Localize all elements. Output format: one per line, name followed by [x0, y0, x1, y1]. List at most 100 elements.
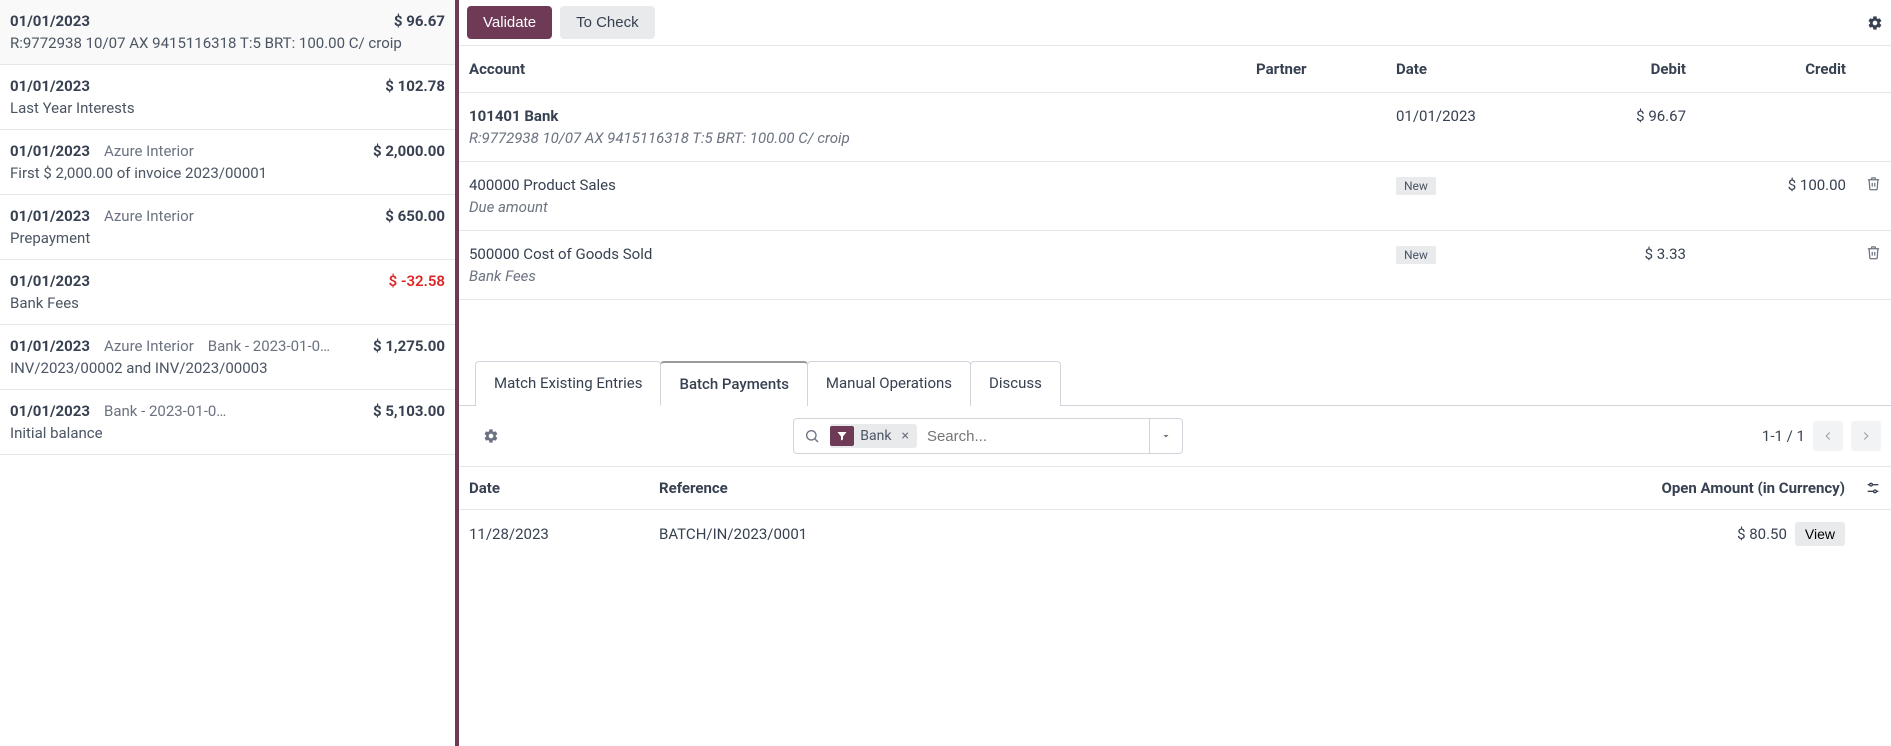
- column-settings-button[interactable]: [1855, 467, 1891, 510]
- pager-prev-button[interactable]: [1813, 421, 1843, 451]
- tx-date: 01/01/2023: [10, 77, 90, 95]
- status-badge: New: [1396, 246, 1436, 264]
- transaction-item[interactable]: 01/01/2023 Azure Interior Bank - 2023-01-0…: [0, 325, 455, 390]
- tx-date: 01/01/2023: [10, 142, 90, 160]
- batch-row[interactable]: 11/28/2023BATCH/IN/2023/0001 $ 80.50 View: [459, 510, 1891, 559]
- line-debit: [1536, 162, 1696, 231]
- transactions-list: 01/01/2023 $ 96.67 R:9772938 10/07 AX 9415…: [0, 0, 459, 746]
- col-batch-reference: Reference: [649, 467, 1195, 510]
- tx-ref: Bank - 2023-01-0…: [208, 337, 330, 355]
- line-date: 01/01/2023: [1386, 93, 1536, 162]
- tx-date: 01/01/2023: [10, 272, 90, 290]
- pager-text: 1-1 / 1: [1762, 427, 1805, 445]
- tx-desc: INV/2023/00002 and INV/2023/00003: [10, 359, 445, 377]
- validate-button[interactable]: Validate: [467, 6, 552, 39]
- tabs-section: Match Existing EntriesBatch PaymentsManu…: [459, 360, 1891, 558]
- tx-date: 01/01/2023: [10, 337, 90, 355]
- line-credit: $ 100.00: [1696, 162, 1856, 231]
- col-date: Date: [1386, 46, 1536, 93]
- col-account: Account: [459, 46, 1246, 93]
- tx-amount: $ 96.67: [394, 12, 445, 30]
- tx-desc: R:9772938 10/07 AX 9415116318 T:5 BRT: 1…: [10, 34, 445, 52]
- line-date: New: [1386, 162, 1536, 231]
- filter-chip-label: Bank: [860, 428, 895, 444]
- gear-icon[interactable]: [483, 428, 499, 444]
- tx-partner: Azure Interior: [104, 207, 194, 225]
- tx-desc: Last Year Interests: [10, 99, 445, 117]
- tx-ref: Bank - 2023-01-0…: [104, 402, 226, 420]
- tx-desc: First $ 2,000.00 of invoice 2023/00001: [10, 164, 445, 182]
- transaction-item[interactable]: 01/01/2023 $ 96.67 R:9772938 10/07 AX 9415…: [0, 0, 455, 65]
- search-icon: [794, 428, 830, 444]
- line-desc: Bank Fees: [469, 267, 1236, 285]
- search-row: Bank × 1-1 / 1: [459, 406, 1891, 466]
- tx-amount: $ 2,000.00: [373, 142, 445, 160]
- line-debit: $ 96.67: [1536, 93, 1696, 162]
- line-partner: [1246, 93, 1386, 162]
- tx-partner: Azure Interior: [104, 337, 194, 355]
- tab-batch-payments[interactable]: Batch Payments: [660, 361, 807, 406]
- line-account: 400000 Product Sales: [469, 176, 1236, 194]
- pager: 1-1 / 1: [1762, 421, 1881, 451]
- line-desc: R:9772938 10/07 AX 9415116318 T:5 BRT: 1…: [469, 129, 1236, 147]
- journal-line-row[interactable]: 101401 Bank R:9772938 10/07 AX 9415116318…: [459, 93, 1891, 162]
- tx-desc: Initial balance: [10, 424, 445, 442]
- transaction-item[interactable]: 01/01/2023 $ -32.58 Bank Fees: [0, 260, 455, 325]
- col-partner: Partner: [1246, 46, 1386, 93]
- chevron-down-icon[interactable]: [1149, 419, 1182, 453]
- line-date: New: [1386, 231, 1536, 300]
- tx-amount: $ -32.58: [389, 272, 445, 290]
- line-credit: [1696, 93, 1856, 162]
- filter-chip-bank: Bank ×: [830, 424, 917, 448]
- line-desc: Due amount: [469, 198, 1236, 216]
- status-badge: New: [1396, 177, 1436, 195]
- reconciliation-panel: Validate To Check Account Partner Date D…: [459, 0, 1891, 746]
- line-debit: $ 3.33: [1536, 231, 1696, 300]
- pager-next-button[interactable]: [1851, 421, 1881, 451]
- transaction-item[interactable]: 01/01/2023 Bank - 2023-01-0… $ 5,103.00 Ini…: [0, 390, 455, 455]
- tx-date: 01/01/2023: [10, 402, 90, 420]
- batch-date: 11/28/2023: [459, 510, 649, 559]
- batch-amount: $ 80.50: [1737, 525, 1787, 543]
- col-credit: Credit: [1696, 46, 1856, 93]
- tab-manual-operations[interactable]: Manual Operations: [807, 361, 971, 406]
- batch-reference: BATCH/IN/2023/0001: [649, 510, 1195, 559]
- tab-discuss[interactable]: Discuss: [970, 361, 1061, 406]
- to-check-button[interactable]: To Check: [560, 6, 655, 39]
- col-batch-date: Date: [459, 467, 649, 510]
- tx-amount: $ 1,275.00: [373, 337, 445, 355]
- tx-desc: Prepayment: [10, 229, 445, 247]
- journal-line-row[interactable]: 500000 Cost of Goods Sold Bank Fees New $ 3…: [459, 231, 1891, 300]
- col-debit: Debit: [1536, 46, 1696, 93]
- close-icon[interactable]: ×: [895, 428, 914, 444]
- trash-icon[interactable]: [1866, 245, 1881, 260]
- line-partner: [1246, 162, 1386, 231]
- tx-amount: $ 5,103.00: [373, 402, 445, 420]
- col-batch-open-amount: Open Amount (in Currency): [1195, 467, 1855, 510]
- tx-amount: $ 102.78: [385, 77, 445, 95]
- tx-amount: $ 650.00: [385, 207, 445, 225]
- journal-lines-table: Account Partner Date Debit Credit 101401…: [459, 46, 1891, 300]
- search-input[interactable]: [923, 424, 1149, 449]
- tab-match-existing-entries[interactable]: Match Existing Entries: [475, 361, 661, 406]
- tabs: Match Existing EntriesBatch PaymentsManu…: [459, 360, 1891, 406]
- line-account: 500000 Cost of Goods Sold: [469, 245, 1236, 263]
- line-account: 101401 Bank: [469, 107, 1236, 125]
- tx-partner: Azure Interior: [104, 142, 194, 160]
- trash-icon[interactable]: [1866, 176, 1881, 191]
- filter-icon: [830, 426, 854, 446]
- tx-date: 01/01/2023: [10, 12, 90, 30]
- transaction-item[interactable]: 01/01/2023 $ 102.78 Last Year Interests: [0, 65, 455, 130]
- view-button[interactable]: View: [1795, 522, 1845, 546]
- transaction-item[interactable]: 01/01/2023 Azure Interior $ 650.00 Prepayme…: [0, 195, 455, 260]
- tx-desc: Bank Fees: [10, 294, 445, 312]
- search-box[interactable]: Bank ×: [793, 418, 1183, 454]
- line-partner: [1246, 231, 1386, 300]
- batch-payments-table: Date Reference Open Amount (in Currency)…: [459, 466, 1891, 558]
- transaction-item[interactable]: 01/01/2023 Azure Interior $ 2,000.00 First …: [0, 130, 455, 195]
- tx-date: 01/01/2023: [10, 207, 90, 225]
- toolbar: Validate To Check: [459, 0, 1891, 46]
- journal-line-row[interactable]: 400000 Product Sales Due amount New $ 100.0…: [459, 162, 1891, 231]
- gear-icon[interactable]: [1867, 15, 1883, 31]
- line-credit: [1696, 231, 1856, 300]
